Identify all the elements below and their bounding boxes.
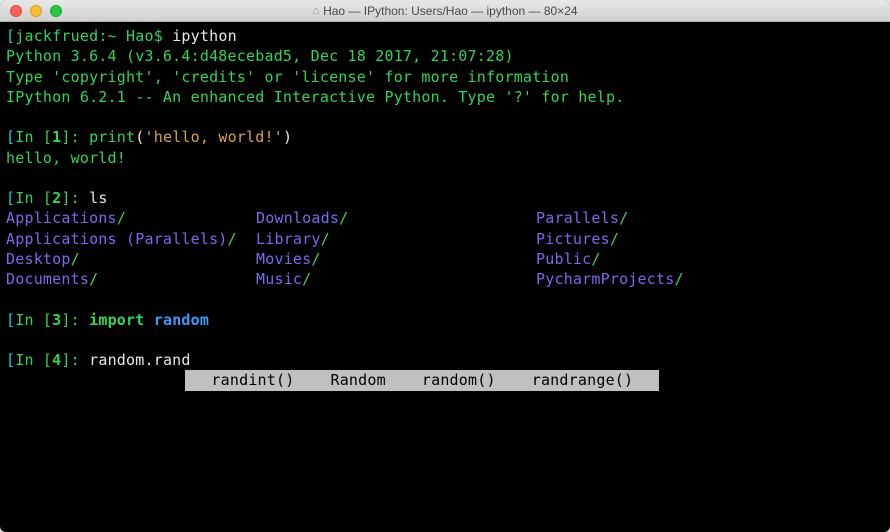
- completion-popup[interactable]: randint()Randomrandom()randrange(): [185, 370, 659, 390]
- ls-output: Applications/ Downloads/ Parallels/ Appl…: [6, 208, 884, 289]
- terminal-window: ⌂ Hao — IPython: Users/Hao — ipython — 8…: [0, 0, 890, 532]
- dir: Movies: [256, 250, 311, 268]
- keyword-import: import: [89, 311, 144, 329]
- completion-item[interactable]: random(): [404, 371, 514, 389]
- shell-user: jackfrued: [15, 27, 98, 45]
- completion-item[interactable]: randint(): [193, 371, 312, 389]
- traffic-lights: [0, 5, 62, 17]
- completion-item[interactable]: randrange(): [514, 371, 652, 389]
- output-1: hello, world!: [6, 148, 884, 168]
- home-icon: ⌂: [312, 5, 319, 17]
- window-title-text: Hao — IPython: Users/Hao — ipython — 80×…: [323, 4, 577, 18]
- ipython-in-1: [In [1]: print('hello, world!'): [6, 127, 884, 147]
- dir: Parallels: [536, 209, 619, 227]
- module-name: random: [154, 311, 209, 329]
- dir: Public: [536, 250, 591, 268]
- banner-line: Type 'copyright', 'credits' or 'license'…: [6, 67, 884, 87]
- ipython-in-2: [In [2]: ls: [6, 188, 884, 208]
- completion-row: [In [4]: random.ranrandint()Randomrandom…: [6, 370, 884, 390]
- dir: PycharmProjects: [536, 270, 674, 288]
- terminal-body[interactable]: [jackfrued:~ Hao$ ipython Python 3.6.4 (…: [0, 22, 890, 395]
- shell-command: ipython: [172, 27, 237, 45]
- window-title: ⌂ Hao — IPython: Users/Hao — ipython — 8…: [0, 4, 890, 18]
- shell-prompt-line: [jackfrued:~ Hao$ ipython: [6, 26, 884, 46]
- completion-item[interactable]: Random: [312, 371, 403, 389]
- func-print: print: [89, 128, 135, 146]
- dir: Applications: [6, 209, 117, 227]
- partial-input[interactable]: random.rand: [89, 351, 191, 369]
- ipython-in-3: [In [3]: import random: [6, 310, 884, 330]
- titlebar: ⌂ Hao — IPython: Users/Hao — ipython — 8…: [0, 0, 890, 22]
- dir: Downloads: [256, 209, 339, 227]
- ipython-in-4: [In [4]: random.rand: [6, 350, 884, 370]
- zoom-icon[interactable]: [50, 5, 62, 17]
- dir: Desktop: [6, 250, 71, 268]
- dir: Pictures: [536, 230, 610, 248]
- dir: Library: [256, 230, 321, 248]
- banner-line: Python 3.6.4 (v3.6.4:d48ecebad5, Dec 18 …: [6, 46, 884, 66]
- dir: Applications (Parallels): [6, 230, 228, 248]
- dir: Documents: [6, 270, 89, 288]
- dir: Music: [256, 270, 302, 288]
- string-literal: 'hello, world!': [145, 128, 283, 146]
- banner-line: IPython 6.2.1 -- An enhanced Interactive…: [6, 87, 884, 107]
- close-icon[interactable]: [10, 5, 22, 17]
- minimize-icon[interactable]: [30, 5, 42, 17]
